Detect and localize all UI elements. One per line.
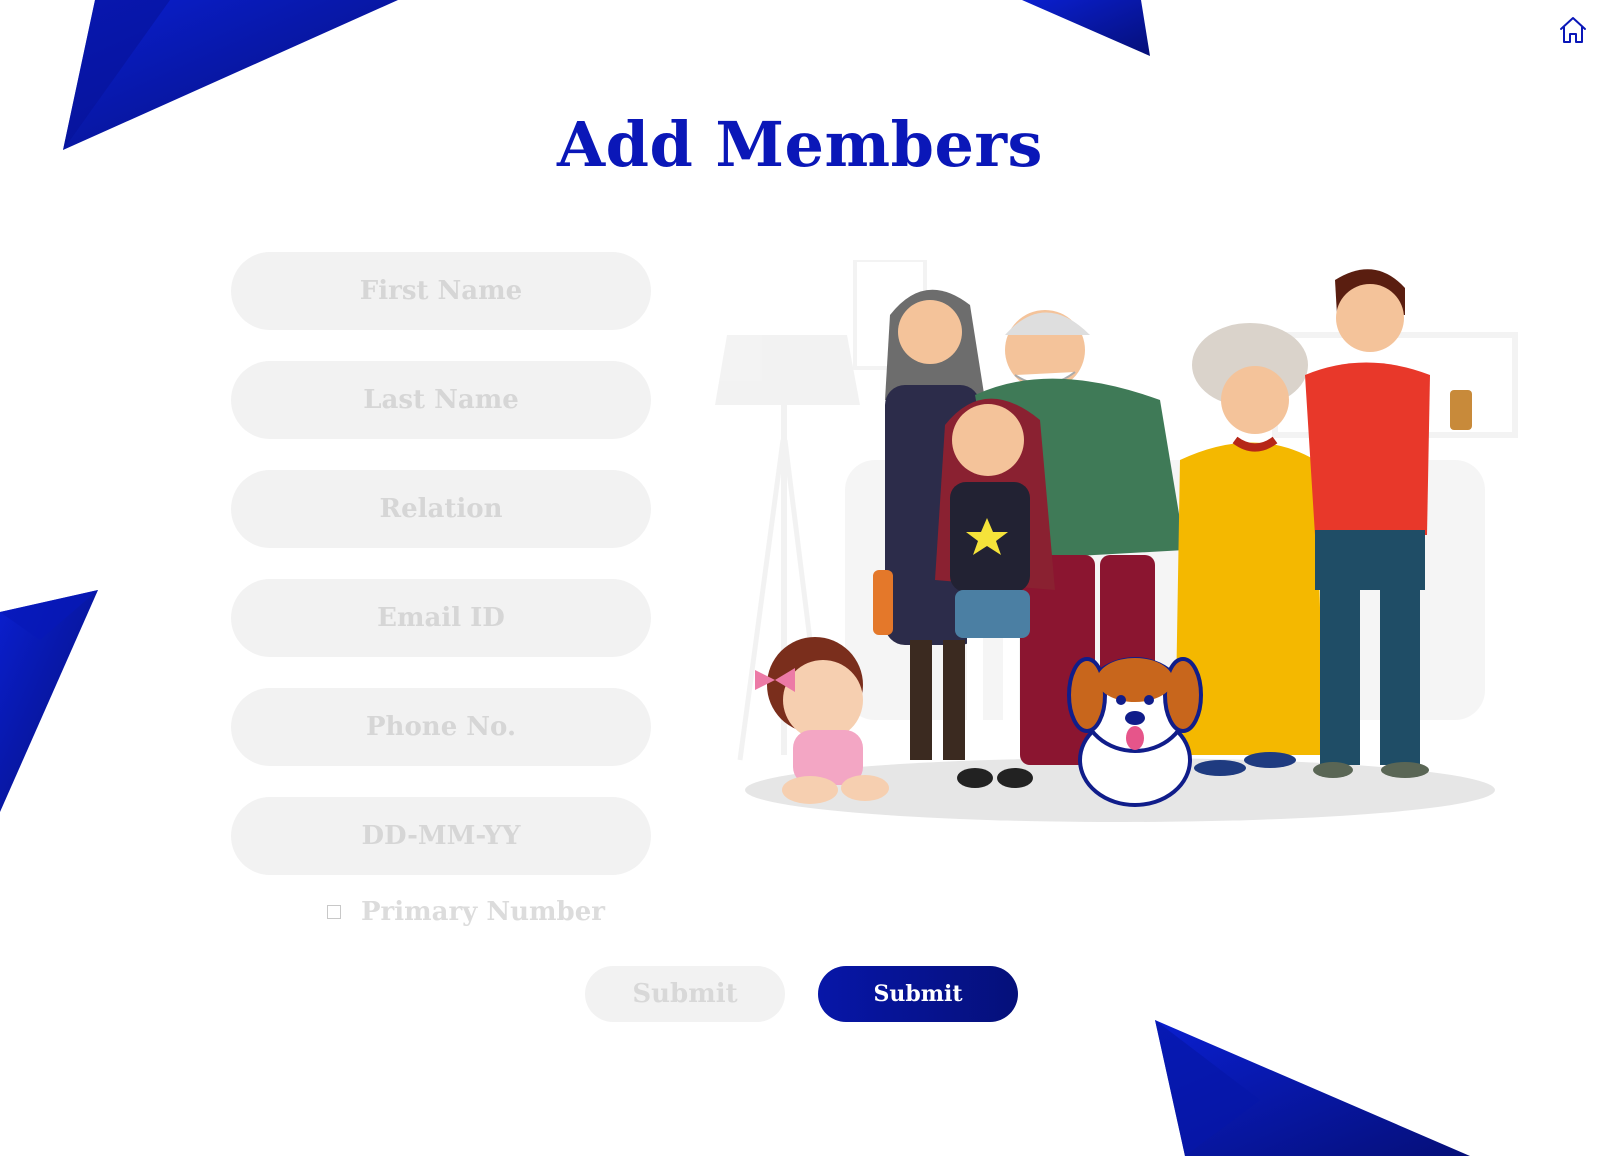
page-title: Add Members bbox=[557, 108, 1043, 181]
dog-figure bbox=[1067, 657, 1203, 807]
triangle-bottom-right bbox=[1155, 1020, 1470, 1156]
dob-input[interactable] bbox=[231, 797, 651, 875]
add-member-form bbox=[231, 252, 651, 906]
primary-number-label: Primary Number bbox=[361, 897, 605, 927]
primary-number-option[interactable]: Primary Number bbox=[327, 896, 605, 928]
phone-input[interactable] bbox=[231, 688, 651, 766]
last-name-input[interactable] bbox=[231, 361, 651, 439]
relation-input[interactable] bbox=[231, 470, 651, 548]
primary-number-checkbox[interactable] bbox=[327, 905, 341, 919]
first-name-input[interactable] bbox=[231, 252, 651, 330]
submit-button-secondary[interactable]: Submit bbox=[585, 966, 785, 1022]
triangle-left bbox=[0, 590, 98, 812]
submit-button[interactable]: Submit bbox=[818, 966, 1018, 1022]
home-button[interactable] bbox=[1555, 12, 1591, 48]
triangle-top-center bbox=[1022, 0, 1150, 56]
family-illustration bbox=[715, 260, 1518, 822]
home-icon bbox=[1560, 17, 1586, 43]
email-input[interactable] bbox=[231, 579, 651, 657]
